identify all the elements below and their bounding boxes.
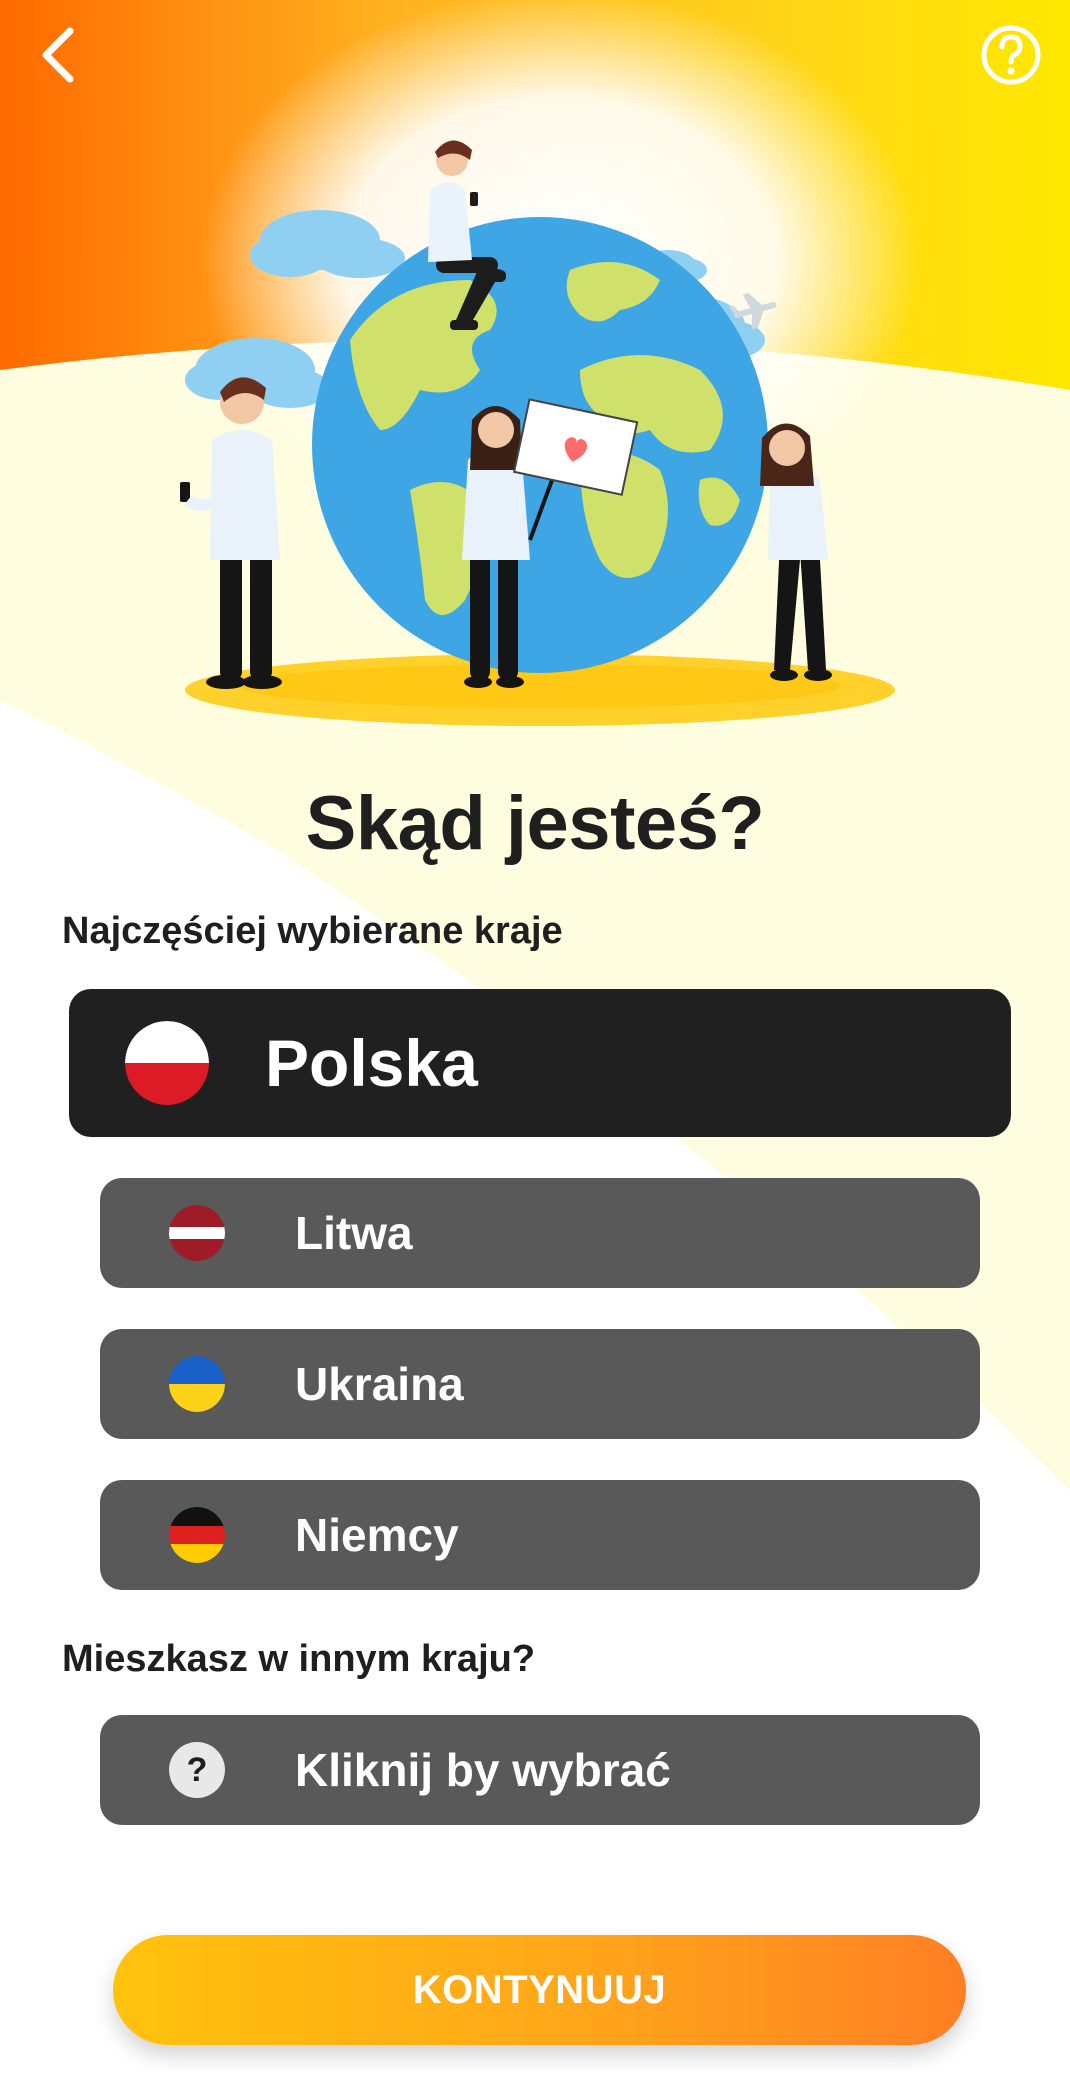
- question-circle-icon: [981, 25, 1041, 85]
- country-option-ukraina[interactable]: Ukraina: [100, 1329, 980, 1439]
- country-option-litwa[interactable]: Litwa: [100, 1178, 980, 1288]
- poland-flag-icon: [125, 1021, 209, 1105]
- choose-other-label: Kliknij by wybrać: [295, 1744, 671, 1796]
- choose-other-country-button[interactable]: ? Kliknij by wybrać: [100, 1715, 980, 1825]
- country-label: Ukraina: [295, 1358, 464, 1410]
- question-icon: ?: [169, 1742, 225, 1798]
- chevron-left-icon: [42, 27, 74, 83]
- country-label: Litwa: [295, 1207, 413, 1259]
- country-label: Niemcy: [295, 1509, 459, 1561]
- other-country-label: Mieszkasz w innym kraju?: [62, 1638, 536, 1680]
- country-label: Polska: [265, 1026, 478, 1100]
- back-button[interactable]: [24, 20, 94, 90]
- help-button[interactable]: [976, 20, 1046, 90]
- country-option-polska[interactable]: Polska: [69, 989, 1011, 1137]
- continue-button[interactable]: KONTYNUUJ: [113, 1935, 966, 2045]
- latvia-flag-icon: [169, 1205, 225, 1261]
- country-selection-screen: Skąd jesteś? Najczęściej wybierane kraje…: [0, 0, 1070, 2100]
- country-option-niemcy[interactable]: Niemcy: [100, 1480, 980, 1590]
- page-title: Skąd jesteś?: [305, 781, 765, 866]
- ukraine-flag-icon: [169, 1356, 225, 1412]
- germany-flag-icon: [169, 1507, 225, 1563]
- globe-with-people-illustration: [180, 140, 895, 726]
- popular-countries-label: Najczęściej wybierane kraje: [62, 910, 563, 952]
